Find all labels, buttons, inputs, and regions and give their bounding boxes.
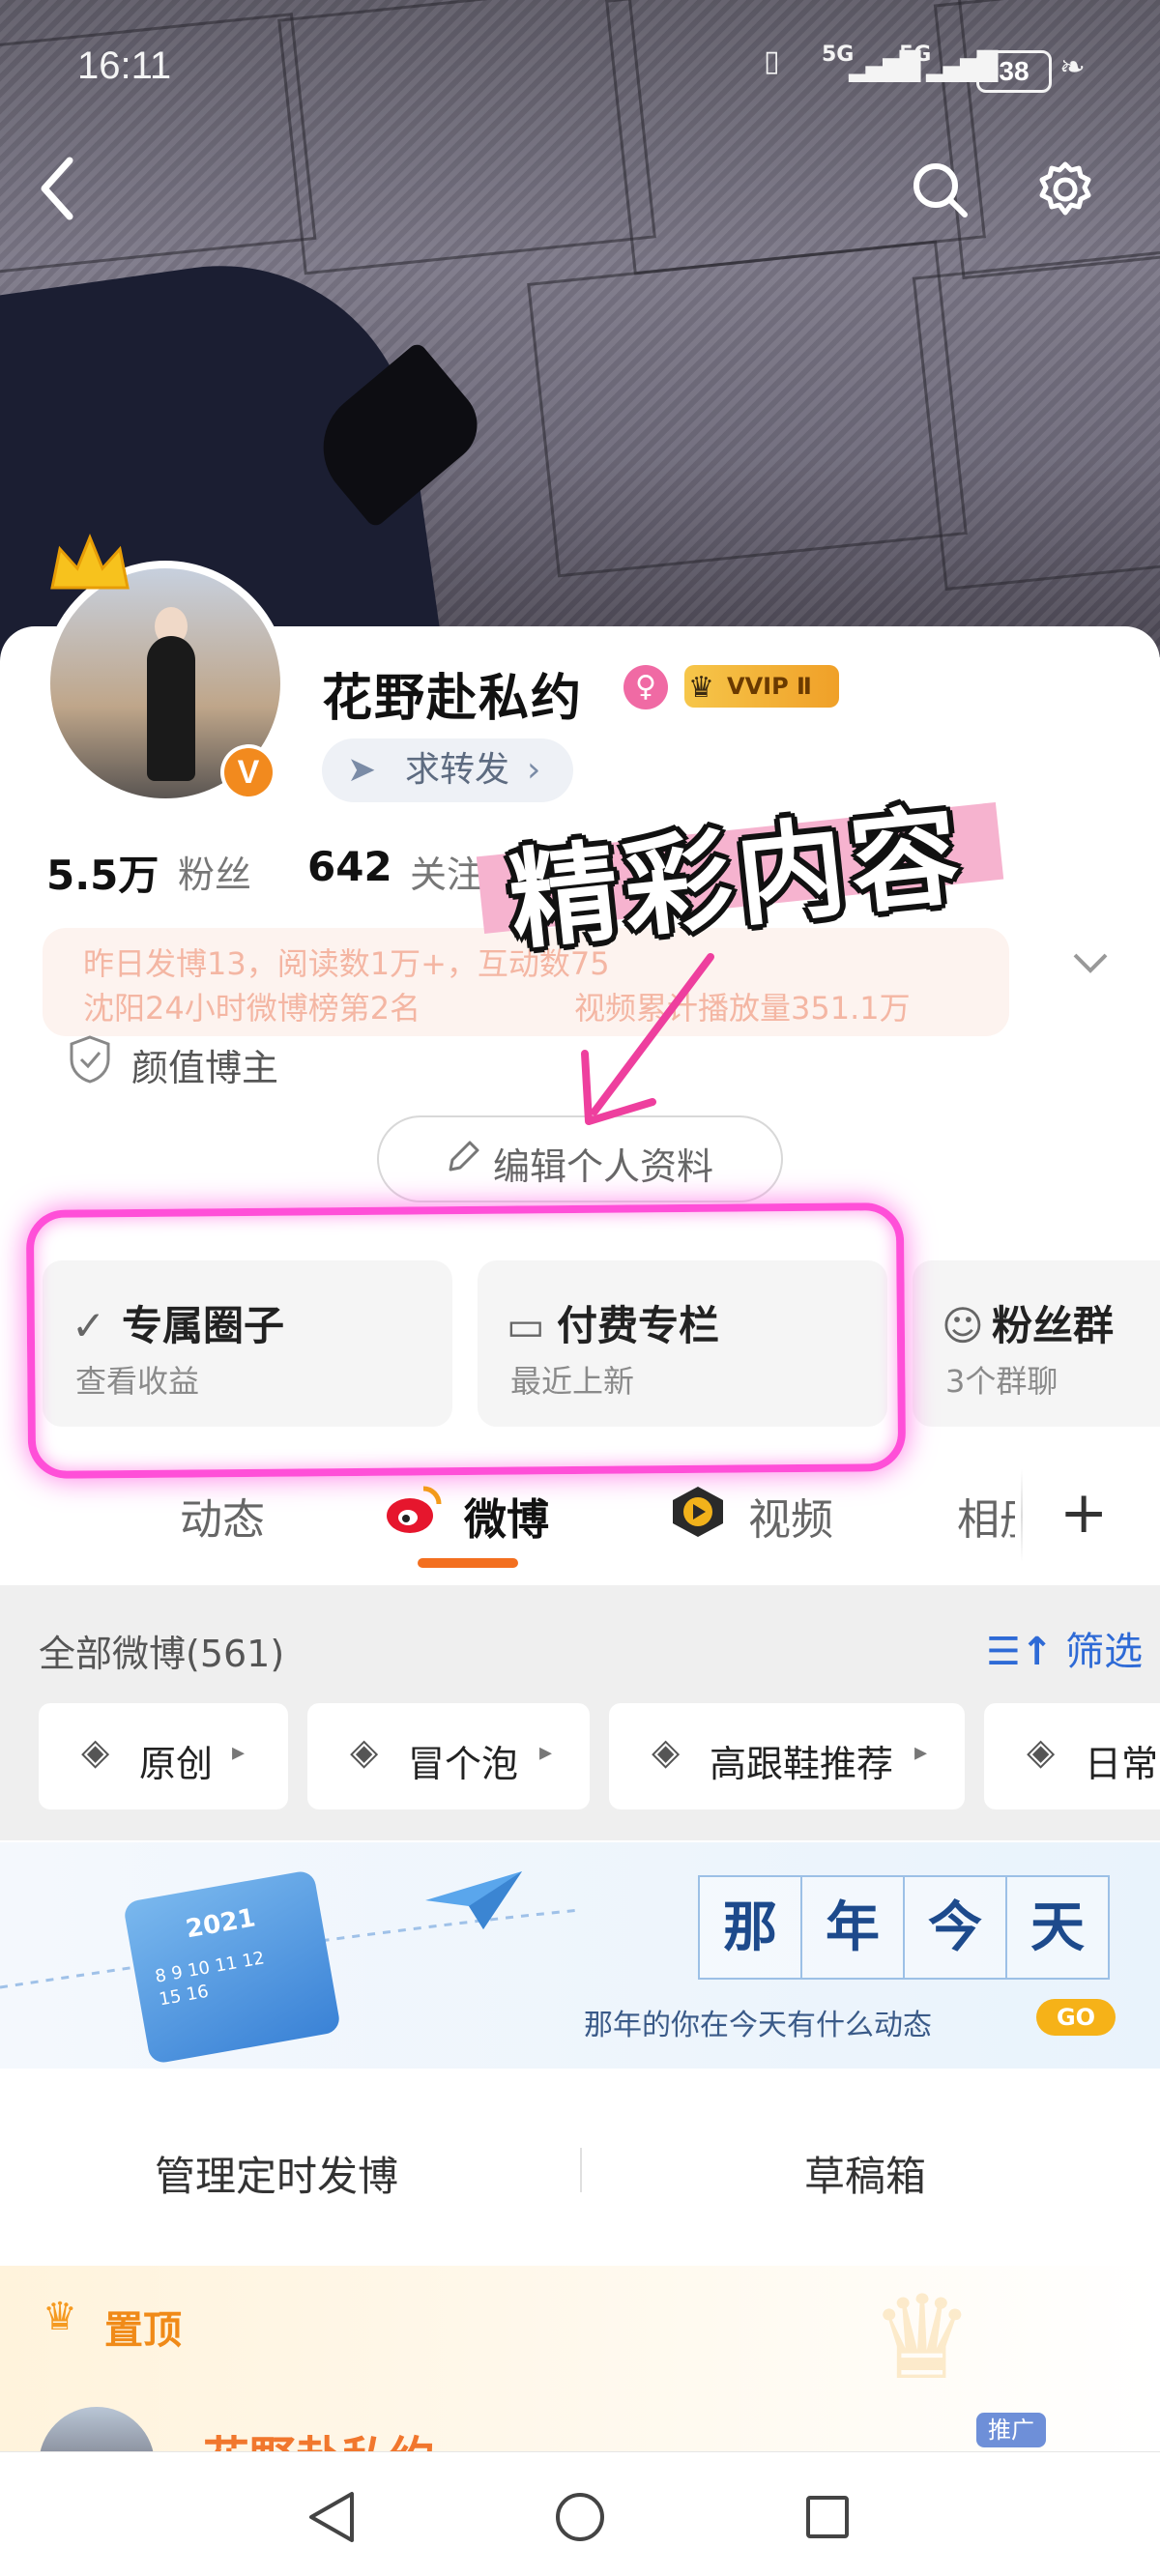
banner-subtitle: 那年的你在今天有什么动态 [584,2009,932,2042]
search-icon [914,163,968,217]
send-icon: ➤ [347,750,377,790]
expand-chevron-button[interactable] [1071,949,1110,982]
add-tab-button[interactable]: + [1059,1479,1108,1547]
pinned-label: 置顶 [104,2308,182,2353]
username: 花野赴私约 [322,670,584,728]
filter-button[interactable]: ☰↑ 筛选 [986,1620,1143,1676]
layers-icon: ◈ [81,1730,110,1773]
settings-button[interactable] [1034,159,1096,220]
chip-label: 日常 [1085,1743,1159,1785]
square-recents-icon [806,2496,849,2538]
arrow-annotation-icon [581,953,714,1125]
followers-count[interactable]: 5.5万 [46,843,159,902]
chip-daily[interactable]: ◈ 日常 [984,1703,1160,1809]
promote-badge[interactable]: 推广 [976,2413,1046,2447]
search-button[interactable] [909,159,971,220]
layers-icon: ◈ [350,1730,379,1773]
leaf-icon: ❧ [1059,48,1086,85]
filter-label: 筛选 [1065,1630,1144,1674]
vvip-badge[interactable]: ♛ VVIP Ⅱ [684,665,839,708]
chip-original[interactable]: ◈ 原创 ▸ [39,1703,288,1809]
chevron-right-icon: › [527,750,541,790]
chip-arrow-icon: ▸ [539,1738,553,1767]
shield-icon [70,1035,110,1084]
chip-label: 冒个泡 [408,1743,519,1785]
video-tab-icon [669,1485,727,1543]
repost-button[interactable]: ➤ 求转发 › [322,738,573,802]
banner-char: 今 [903,1875,1007,1980]
crown-pin-icon: ♛ [43,2295,77,2339]
chip-heels[interactable]: ◈ 高跟鞋推荐 ▸ [609,1703,965,1809]
feature-title: 粉丝群 [992,1302,1115,1349]
cover-photo[interactable] [0,0,1160,707]
pencil-icon [449,1141,479,1172]
feature-subtitle: 3个群聊 [945,1363,1058,1400]
circle-home-icon [556,2493,604,2541]
chip-label: 高跟鞋推荐 [710,1743,894,1785]
nav-back-button[interactable] [305,2488,360,2550]
crown-icon [50,534,130,590]
verified-badge-label: V [224,748,273,796]
calendar-icon: 2021 8 9 10 11 12 15 16 [122,1868,342,2066]
nav-recents-button[interactable] [800,2488,855,2550]
followers-label[interactable]: 粉丝 [178,845,251,898]
back-button[interactable] [39,155,97,232]
vibrate-icon: ▯ [764,44,780,78]
profile-tag-label: 颜值博主 [131,1047,279,1089]
tab-divider [1021,1469,1023,1562]
tab-album[interactable]: 相册 [957,1485,1015,1547]
scheduled-posts-button[interactable]: 管理定时发博 [155,2144,398,2203]
layers-icon: ◈ [652,1730,681,1773]
vvip-crown-icon: ♛ [688,671,714,705]
repost-label: 求转发 [405,750,510,790]
active-tab-indicator [418,1558,518,1568]
calendar-year: 2021 [184,1903,258,1945]
go-button[interactable]: GO [1036,1999,1116,2036]
layers-icon: ◈ [1027,1730,1056,1773]
battery-indicator: 38 [976,50,1052,93]
chip-arrow-icon: ▸ [232,1738,246,1767]
feed-count: 全部微博(561) [39,1633,285,1675]
drafts-button[interactable]: 草稿箱 [804,2144,926,2203]
manage-divider [580,2148,582,2192]
chip-label: 原创 [139,1743,214,1785]
following-count[interactable]: 642 [307,843,392,890]
paper-plane-icon [425,1871,522,1929]
chip-bubble[interactable]: ◈ 冒个泡 ▸ [307,1703,590,1809]
status-time: 16:11 [77,44,172,87]
vvip-badge-label: VVIP Ⅱ [727,673,812,700]
achievement-line-2a: 沈阳24小时微博榜第2名 [83,990,421,1027]
gear-icon [1039,161,1091,216]
group-icon: ☺ [942,1302,984,1349]
chevron-down-icon [1073,953,1108,973]
highlight-annotation [25,1202,907,1479]
back-arrow-icon [41,157,73,220]
tab-dynamic[interactable]: 动态 [180,1485,265,1547]
triangle-back-icon [309,2492,354,2542]
edit-profile-label: 编辑个人资料 [493,1145,714,1188]
banner-char: 年 [800,1875,905,1980]
banner-char: 那 [698,1875,802,1980]
banner-char: 天 [1005,1875,1110,1980]
watermark-v-icon: ♛ [870,2272,974,2406]
tab-weibo[interactable]: 微博 [464,1485,549,1547]
nav-home-button[interactable] [553,2488,607,2550]
verified-badge: V [220,744,276,800]
tab-video[interactable]: 视频 [748,1485,833,1547]
weibo-logo-icon [385,1483,443,1541]
chip-arrow-icon: ▸ [914,1738,928,1767]
sort-icon: ☰↑ [986,1630,1054,1674]
female-icon: ♀ [624,665,668,709]
feature-fan-group[interactable]: ☺ 粉丝群 3个群聊 [913,1260,1160,1427]
